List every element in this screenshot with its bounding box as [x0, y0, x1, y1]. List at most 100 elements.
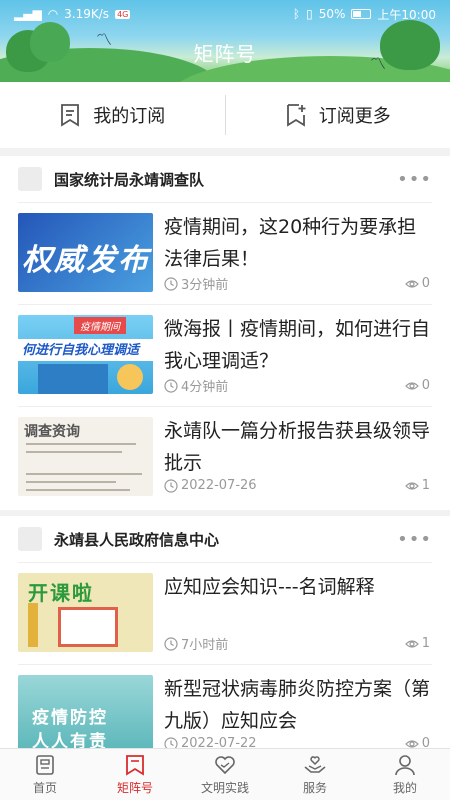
eye-icon: [404, 279, 419, 288]
thumbnail-building: [38, 364, 108, 394]
clock-icon: [164, 636, 178, 651]
news-item[interactable]: 开课啦 应知应会知识---名词解释 7小时前 1: [18, 562, 432, 664]
wifi-icon: ◠: [47, 7, 59, 21]
subscribe-more-label: 订阅更多: [318, 106, 391, 127]
news-title: 疫情期间，这20种行为要承担法律后果！: [164, 216, 417, 270]
section-header[interactable]: 永靖县人民政府信息中心 •••: [0, 516, 450, 562]
news-meta: 2022-07-26 1: [164, 478, 430, 493]
thumbnail-line: [26, 451, 122, 453]
nav-label: 矩阵号: [116, 781, 153, 795]
thumbnail-figure: [117, 364, 143, 390]
channel-section: 永靖县人民政府信息中心 ••• 开课啦 应知应会知识---名词解释 7小时前 1: [0, 516, 450, 748]
news-title: 应知应会知识---名词解释: [164, 576, 375, 598]
section-title: 永靖县人民政府信息中心: [54, 530, 220, 549]
clock-icon: [164, 378, 178, 393]
thumbnail-line: [26, 481, 116, 483]
nav-home[interactable]: 首页: [0, 749, 90, 800]
bookmark-add-icon: [286, 104, 306, 127]
thumbnail-text: 权威发布: [22, 243, 150, 278]
thumbnail-text: 疫情防控: [32, 708, 108, 728]
thumbnail-text: 开课啦: [28, 581, 94, 605]
status-bar: ▂▄▆ ◠ 3.19K/s 4G ᛒ ▯ 50% 上午10:00: [0, 4, 450, 24]
news-time: 2022-07-22: [181, 736, 257, 748]
channel-logo: [18, 527, 42, 551]
news-thumbnail: 权威发布: [18, 213, 153, 292]
nav-matrix[interactable]: 矩阵号: [90, 749, 180, 800]
clock: 上午10:00: [377, 7, 436, 22]
signal-icon: ▂▄▆: [14, 7, 42, 21]
eye-icon: [404, 639, 419, 648]
eye-icon: [404, 739, 419, 748]
clock-icon: [164, 276, 178, 291]
header-banner: 〽 〽 ▂▄▆ ◠ 3.19K/s 4G ᛒ ▯ 50% 上午10:00 矩阵号: [0, 0, 450, 82]
news-time: 2022-07-26: [181, 478, 257, 493]
news-time: 3分钟前: [181, 278, 229, 293]
thumbnail-line: [26, 473, 142, 475]
news-thumbnail: 疫情期间 何进行自我心理调适: [18, 315, 153, 394]
news-meta: 3分钟前 0: [164, 274, 430, 293]
home-icon: [36, 755, 54, 775]
news-meta: 2022-07-22 0: [164, 736, 430, 748]
nav-civilization[interactable]: 文明实践: [180, 749, 270, 800]
news-title: 微海报丨疫情期间，如何进行自我心理调适？: [164, 318, 431, 372]
eye-icon: [404, 381, 419, 390]
thumbnail-tag: 疫情期间: [74, 317, 126, 334]
hands-heart-icon: [304, 756, 326, 773]
news-item[interactable]: 调查资询 永靖队一篇分析报告获县级领导批示 2022-07-26 1: [18, 406, 432, 508]
page-title: 矩阵号: [193, 42, 257, 66]
news-thumbnail: 调查资询: [18, 417, 153, 496]
news-title: 永靖队一篇分析报告获县级领导批示: [164, 420, 431, 474]
nav-label: 服务: [302, 781, 327, 795]
thumbnail-text: 调查资询: [24, 424, 80, 440]
clock-icon: [164, 478, 178, 493]
view-count: 1: [421, 636, 430, 651]
subscribe-more-button[interactable]: 订阅更多: [226, 82, 450, 148]
news-item[interactable]: 权威发布 疫情期间，这20种行为要承担法律后果！ 3分钟前 0: [18, 202, 432, 304]
view-count: 0: [421, 276, 430, 291]
heart-icon: [215, 756, 235, 775]
section-header[interactable]: 国家统计局永靖调查队 •••: [0, 156, 450, 202]
subscribe-bar: 我的订阅 订阅更多: [0, 82, 450, 148]
news-item[interactable]: 疫情期间 何进行自我心理调适 微海报丨疫情期间，如何进行自我心理调适？ 4分钟前…: [18, 304, 432, 406]
news-thumbnail: 疫情防控 人人有责: [18, 675, 153, 748]
nav-label: 首页: [32, 781, 57, 795]
more-options-icon[interactable]: •••: [397, 529, 432, 550]
clock-icon: [164, 736, 178, 748]
channel-section: 国家统计局永靖调查队 ••• 权威发布 疫情期间，这20种行为要承担法律后果！ …: [0, 156, 450, 510]
view-count: 0: [421, 378, 430, 393]
nav-service[interactable]: 服务: [270, 749, 360, 800]
battery-percent: 50%: [318, 7, 346, 21]
view-count: 0: [421, 736, 430, 748]
eye-icon: [404, 481, 419, 490]
thumbnail-line: [26, 443, 136, 445]
thumbnail-pencil: [28, 603, 38, 647]
view-count: 1: [421, 478, 430, 493]
person-icon: [395, 755, 415, 776]
news-title: 新型冠状病毒肺炎防控方案（第九版）应知应会: [164, 678, 431, 732]
network-speed: 3.19K/s: [64, 7, 110, 21]
more-options-icon[interactable]: •••: [397, 169, 432, 190]
bottom-nav: 首页 矩阵号 文明实践 服务 我的: [0, 748, 450, 800]
news-meta: 7小时前 1: [164, 634, 430, 653]
news-item[interactable]: 疫情防控 人人有责 新型冠状病毒肺炎防控方案（第九版）应知应会 2022-07-…: [18, 664, 432, 748]
news-meta: 4分钟前 0: [164, 376, 430, 395]
news-thumbnail: 开课啦: [18, 573, 153, 652]
my-subscriptions-label: 我的订阅: [93, 106, 166, 127]
thumbnail-text: 何进行自我心理调适: [18, 339, 153, 361]
news-time: 7小时前: [181, 638, 229, 653]
bookmark-icon: [126, 755, 144, 776]
app-screen: 〽 〽 ▂▄▆ ◠ 3.19K/s 4G ᛒ ▯ 50% 上午10:00 矩阵号: [0, 0, 450, 800]
thumbnail-text: 人人有责: [32, 732, 108, 748]
battery-icon: [351, 9, 372, 19]
network-badge: 4G: [115, 9, 131, 19]
nav-label: 文明实践: [200, 781, 249, 795]
thumbnail-book: [58, 607, 118, 647]
my-subscriptions-button[interactable]: 我的订阅: [0, 82, 225, 148]
channel-logo: [18, 167, 42, 191]
vibrate-icon: ▯: [306, 7, 313, 21]
thumbnail-line: [26, 489, 130, 491]
nav-label: 我的: [392, 781, 417, 795]
news-time: 4分钟前: [181, 380, 229, 395]
section-title: 国家统计局永靖调查队: [54, 170, 205, 189]
nav-mine[interactable]: 我的: [360, 749, 450, 800]
